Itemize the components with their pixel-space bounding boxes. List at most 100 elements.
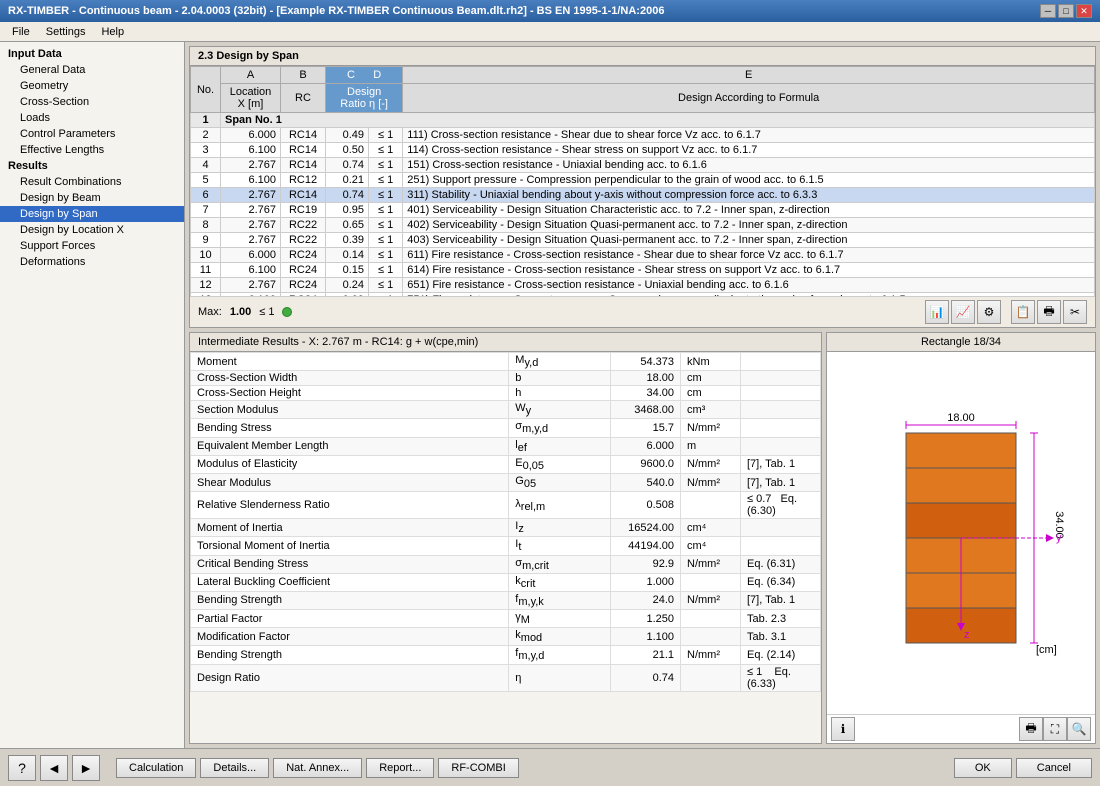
sidebar-section-results: Results	[0, 158, 184, 174]
design-table: No. A B C D E LocationX [m] RC DesignRat…	[190, 66, 1095, 296]
window-title: RX-TIMBER - Continuous beam - 2.04.0003 …	[8, 5, 664, 17]
table-row: Moment My,d 54.373 kNm	[191, 353, 821, 371]
sidebar-item-effective-lengths[interactable]: Effective Lengths	[0, 142, 184, 158]
table-row: 5 6.100 RC12 0.21 ≤ 1 251) Support press…	[191, 173, 1095, 188]
sidebar-item-control-parameters[interactable]: Control Parameters	[0, 126, 184, 142]
table-row: Partial Factor γM 1.250 Tab. 2.3	[191, 610, 821, 628]
status-dot	[282, 307, 292, 317]
calculation-button[interactable]: Calculation	[116, 758, 196, 778]
diagram-expand-button[interactable]: ⛶	[1043, 717, 1067, 741]
max-value: 1.00	[230, 306, 251, 318]
row-eq	[741, 353, 821, 371]
sidebar-item-support-forces[interactable]: Support Forces	[0, 238, 184, 254]
diagram-footer: ℹ 🖶 ⛶ 🔍	[827, 714, 1095, 743]
chart-button-3[interactable]: ⚙	[977, 300, 1001, 324]
header-design-ratio: DesignRatio η [-]	[326, 84, 403, 113]
header-no: No.	[191, 67, 221, 113]
max-label: Max:	[198, 306, 222, 318]
sidebar-item-design-by-span[interactable]: Design by Span	[0, 206, 184, 222]
report-button[interactable]: Report...	[366, 758, 434, 778]
info-button[interactable]: ℹ	[831, 717, 855, 741]
table-row: Bending Strength fm,y,k 24.0 N/mm² [7], …	[191, 591, 821, 609]
sidebar-item-cross-section[interactable]: Cross-Section	[0, 94, 184, 110]
header-location: LocationX [m]	[221, 84, 281, 113]
menu-settings[interactable]: Settings	[38, 25, 94, 39]
table-row: 10 6.000 RC24 0.14 ≤ 1 611) Fire resista…	[191, 248, 1095, 263]
ok-button[interactable]: OK	[954, 758, 1012, 778]
nav-back-button[interactable]: ◄	[40, 755, 68, 781]
table-row: 12 2.767 RC24 0.24 ≤ 1 651) Fire resista…	[191, 278, 1095, 293]
export-button[interactable]: 📋	[1011, 300, 1035, 324]
nav-prev-button[interactable]: ?	[8, 755, 36, 781]
header-col-a: A	[221, 67, 281, 84]
print-button[interactable]: 🖶	[1037, 300, 1061, 324]
diagram-content: 18.00 34.00	[827, 352, 1095, 714]
table-row: Equivalent Member Length lef 6.000 m	[191, 437, 821, 455]
extra-button[interactable]: ✂	[1063, 300, 1087, 324]
design-table-scroll[interactable]: No. A B C D E LocationX [m] RC DesignRat…	[190, 66, 1095, 296]
menu-help[interactable]: Help	[93, 25, 132, 39]
content-area: 2.3 Design by Span No. A B C D E Locatio…	[185, 42, 1100, 748]
table-row: 3 6.100 RC14 0.50 ≤ 1 114) Cross-section…	[191, 143, 1095, 158]
chart-button-1[interactable]: 📊	[925, 300, 949, 324]
table-row: Design Ratio η 0.74 ≤ 1 Eq. (6.33)	[191, 664, 821, 691]
sidebar-item-design-by-location[interactable]: Design by Location X	[0, 222, 184, 238]
chart-button-2[interactable]: 📈	[951, 300, 975, 324]
sidebar-item-result-combinations[interactable]: Result Combinations	[0, 174, 184, 190]
top-panel: 2.3 Design by Span No. A B C D E Locatio…	[189, 46, 1096, 328]
minimize-button[interactable]: ─	[1040, 4, 1056, 18]
diagram-title: Rectangle 18/34	[827, 333, 1095, 352]
table-row: 11 6.100 RC24 0.15 ≤ 1 614) Fire resista…	[191, 263, 1095, 278]
row-unit: kNm	[681, 353, 741, 371]
sidebar: Input Data General Data Geometry Cross-S…	[0, 42, 185, 748]
nat-annex-button[interactable]: Nat. Annex...	[273, 758, 362, 778]
table-row: Relative Slenderness Ratio λrel,m 0.508 …	[191, 492, 821, 519]
sidebar-item-general-data[interactable]: General Data	[0, 62, 184, 78]
diagram-zoom-button[interactable]: 🔍	[1067, 717, 1091, 741]
diagram-panel: Rectangle 18/34 18.00	[826, 332, 1096, 744]
sidebar-item-geometry[interactable]: Geometry	[0, 78, 184, 94]
intermediate-panel: Intermediate Results - X: 2.767 m - RC14…	[189, 332, 822, 744]
row-label: Moment	[191, 353, 509, 371]
row-value: 54.373	[611, 353, 681, 371]
intermediate-scroll[interactable]: Moment My,d 54.373 kNm Cross-Section Wid…	[190, 352, 821, 743]
sidebar-item-loads[interactable]: Loads	[0, 110, 184, 126]
maximize-button[interactable]: □	[1058, 4, 1074, 18]
footer-bar: ? ◄ ► Calculation Details... Nat. Annex.…	[0, 748, 1100, 786]
svg-text:y: y	[1056, 532, 1062, 544]
table-row: Cross-Section Height h 34.00 cm	[191, 386, 821, 401]
table-row: Section Modulus Wy 3468.00 cm³	[191, 401, 821, 419]
bottom-panels: Intermediate Results - X: 2.767 m - RC14…	[189, 332, 1096, 744]
svg-text:[cm]: [cm]	[1036, 644, 1057, 656]
sidebar-section-input: Input Data	[0, 46, 184, 62]
header-rc: RC	[281, 84, 326, 113]
table-row: 1 Span No. 1	[191, 113, 1095, 128]
rf-combi-button[interactable]: RF-COMBI	[438, 758, 518, 778]
window-controls: ─ □ ✕	[1040, 4, 1092, 18]
table-row: Moment of Inertia Iz 16524.00 cm⁴	[191, 519, 821, 537]
svg-text:18.00: 18.00	[947, 412, 975, 424]
header-col-cd: C D	[326, 67, 403, 84]
toolbar-buttons: 📊 📈 ⚙ 📋 🖶 ✂	[925, 300, 1087, 324]
header-formula: Design According to Formula	[403, 84, 1095, 113]
details-button[interactable]: Details...	[200, 758, 269, 778]
intermediate-table: Moment My,d 54.373 kNm Cross-Section Wid…	[190, 352, 821, 692]
sidebar-item-deformations[interactable]: Deformations	[0, 254, 184, 270]
sidebar-item-design-by-beam[interactable]: Design by Beam	[0, 190, 184, 206]
nav-forward-button[interactable]: ►	[72, 755, 100, 781]
cross-section-diagram: 18.00 34.00	[846, 403, 1076, 663]
table-row: Cross-Section Width b 18.00 cm	[191, 371, 821, 386]
close-button[interactable]: ✕	[1076, 4, 1092, 18]
cancel-button[interactable]: Cancel	[1016, 758, 1092, 778]
diagram-export-button[interactable]: 🖶	[1019, 717, 1043, 741]
table-row: 8 2.767 RC22 0.65 ≤ 1 402) Serviceabilit…	[191, 218, 1095, 233]
table-row: 4 2.767 RC14 0.74 ≤ 1 151) Cross-section…	[191, 158, 1095, 173]
table-row: Shear Modulus G05 540.0 N/mm² [7], Tab. …	[191, 473, 821, 491]
menu-file[interactable]: File	[4, 25, 38, 39]
table-row: 7 2.767 RC19 0.95 ≤ 1 401) Serviceabilit…	[191, 203, 1095, 218]
row-no: 1	[191, 113, 221, 128]
table-row: Lateral Buckling Coefficient kcrit 1.000…	[191, 573, 821, 591]
svg-text:z: z	[964, 629, 970, 641]
menu-bar: File Settings Help	[0, 22, 1100, 42]
row-symbol: My,d	[509, 353, 611, 371]
